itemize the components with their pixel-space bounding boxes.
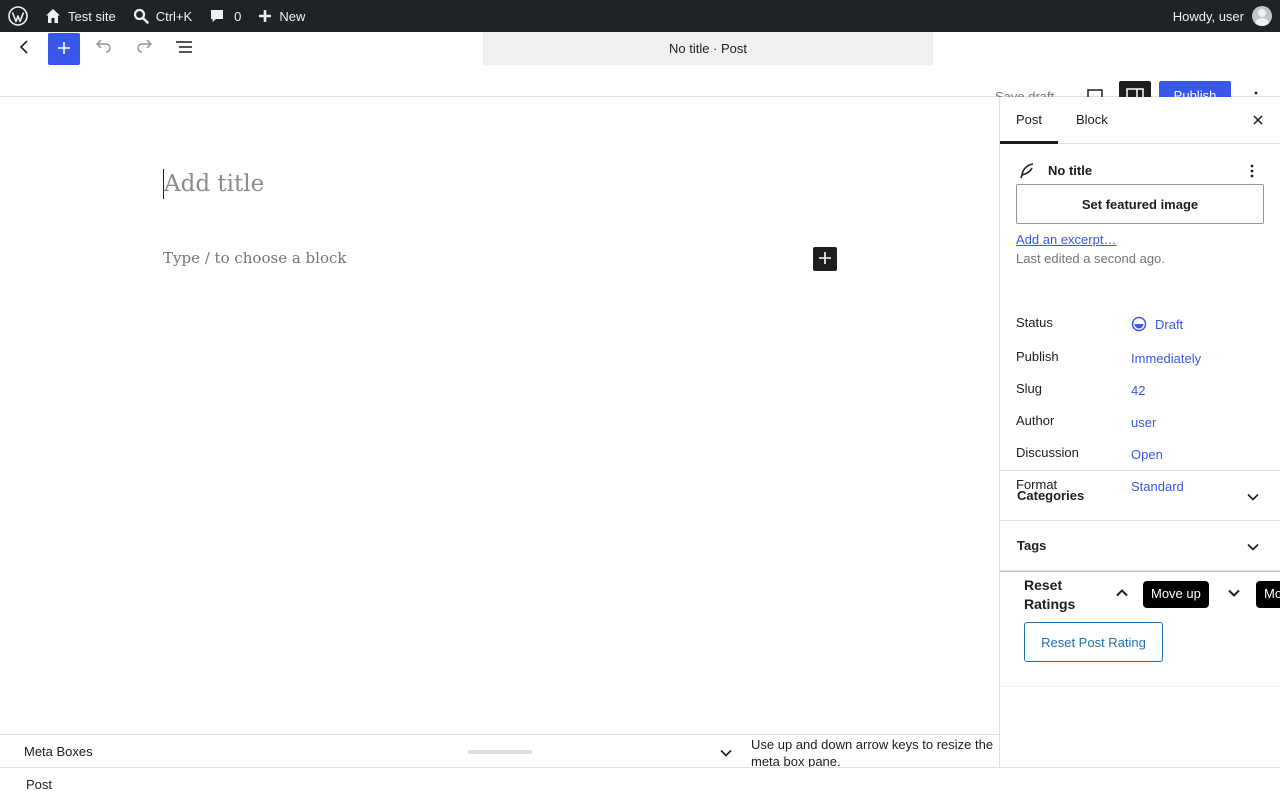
inline-block-inserter[interactable] bbox=[813, 247, 837, 271]
command-palette-menu[interactable]: Ctrl+K bbox=[124, 0, 200, 32]
chevron-left-icon bbox=[14, 37, 34, 60]
my-account-menu[interactable]: Howdy, user bbox=[1173, 0, 1272, 32]
meta-box-resize-handle[interactable] bbox=[468, 750, 532, 754]
author-row: Author user bbox=[1016, 413, 1266, 433]
document-overview-button[interactable] bbox=[168, 32, 200, 64]
breadcrumb[interactable]: Post bbox=[26, 777, 52, 792]
admin-bar: Test site Ctrl+K 0 New Howdy, user bbox=[0, 0, 1280, 32]
undo-icon bbox=[94, 37, 114, 60]
slug-row: Slug 42 bbox=[1016, 381, 1266, 401]
back-button[interactable] bbox=[8, 32, 40, 64]
status-row: Status Draft bbox=[1016, 315, 1266, 335]
author-toggle[interactable]: user bbox=[1131, 415, 1156, 430]
last-edited-text: Last edited a second ago. bbox=[1016, 251, 1165, 266]
sidebar-tabs: Post Block bbox=[1000, 97, 1280, 144]
preview-button[interactable] bbox=[1087, 89, 1103, 97]
chevron-down-icon bbox=[1246, 540, 1260, 557]
post-card-title: No title bbox=[1048, 163, 1093, 178]
comment-icon bbox=[208, 7, 226, 25]
search-shortcut: Ctrl+K bbox=[155, 8, 193, 24]
plus-icon bbox=[55, 39, 73, 60]
settings-toggle-button[interactable] bbox=[1119, 81, 1151, 97]
comments-count: 0 bbox=[234, 8, 242, 24]
meta-boxes-bar: Meta Boxes Use up and down arrow keys to… bbox=[0, 734, 999, 769]
chevron-down-icon[interactable] bbox=[719, 746, 733, 763]
block-placeholder[interactable]: Type / to choose a block bbox=[163, 249, 346, 267]
new-content-menu[interactable]: New bbox=[249, 0, 313, 32]
meta-boxes-label: Meta Boxes bbox=[24, 744, 93, 759]
move-up-tooltip: Move up bbox=[1143, 581, 1209, 608]
greeting: Howdy, user bbox=[1172, 8, 1244, 24]
redo-button[interactable] bbox=[128, 32, 160, 64]
slug-label: Slug bbox=[1016, 381, 1043, 396]
settings-sidebar: Post Block No title Set featured image A… bbox=[999, 97, 1280, 767]
slug-toggle[interactable]: 42 bbox=[1131, 383, 1145, 398]
tab-post[interactable]: Post bbox=[1000, 97, 1058, 144]
draft-status-icon bbox=[1131, 316, 1147, 332]
post-actions-button[interactable] bbox=[1240, 160, 1264, 184]
document-title: No title · Post bbox=[668, 41, 748, 56]
block-inserter-button[interactable] bbox=[48, 33, 80, 65]
move-down-button[interactable] bbox=[1220, 582, 1248, 606]
wordpress-logo-icon bbox=[8, 6, 28, 26]
close-icon bbox=[1251, 113, 1265, 130]
publish-label: Publish bbox=[1016, 349, 1059, 364]
site-name-menu[interactable]: Test site bbox=[36, 0, 124, 32]
publish-date-toggle[interactable]: Immediately bbox=[1131, 351, 1201, 366]
resize-help-text: Use up and down arrow keys to resize the… bbox=[751, 737, 994, 769]
metabox-title: Reset Ratings bbox=[1024, 577, 1076, 612]
home-icon bbox=[44, 7, 62, 25]
status-value: Draft bbox=[1155, 316, 1184, 332]
post-title-input[interactable]: Add title bbox=[163, 169, 264, 199]
editor-canvas: Add title Type / to choose a block bbox=[0, 97, 999, 734]
publish-button[interactable]: Publish bbox=[1159, 81, 1231, 97]
tags-panel-title: Tags bbox=[1017, 538, 1047, 553]
tags-panel[interactable]: Tags bbox=[1000, 521, 1280, 571]
save-draft-button[interactable]: Save draft bbox=[995, 89, 1054, 97]
reset-ratings-metabox: Reset Ratings Move up Mo Reset Post Rati… bbox=[1000, 571, 1280, 687]
undo-button[interactable] bbox=[88, 32, 120, 64]
discussion-row: Discussion Open bbox=[1016, 445, 1266, 465]
close-sidebar-button[interactable] bbox=[1248, 111, 1268, 131]
discussion-label: Discussion bbox=[1016, 445, 1079, 460]
set-featured-image-button[interactable]: Set featured image bbox=[1016, 184, 1264, 224]
status-label: Status bbox=[1016, 315, 1053, 330]
tab-block[interactable]: Block bbox=[1060, 97, 1124, 144]
publish-row: Publish Immediately bbox=[1016, 349, 1266, 369]
site-name: Test site bbox=[68, 8, 116, 24]
author-label: Author bbox=[1016, 413, 1055, 428]
search-icon bbox=[132, 7, 150, 25]
chevron-down-icon bbox=[1226, 585, 1242, 604]
plus-icon bbox=[818, 251, 832, 268]
add-excerpt-link[interactable]: Add an excerpt… bbox=[1016, 232, 1116, 247]
move-down-tooltip: Mo bbox=[1256, 581, 1280, 608]
wp-logo-menu[interactable] bbox=[0, 0, 36, 32]
document-title-bar[interactable]: No title · Post bbox=[483, 32, 933, 65]
chevron-up-icon bbox=[1114, 585, 1130, 604]
redo-icon bbox=[134, 37, 154, 60]
chevron-down-icon bbox=[1246, 490, 1260, 507]
discussion-toggle[interactable]: Open bbox=[1131, 447, 1163, 462]
comments-menu[interactable]: 0 bbox=[200, 0, 249, 32]
reset-post-rating-button[interactable]: Reset Post Rating bbox=[1024, 622, 1163, 662]
new-label: New bbox=[279, 8, 306, 24]
more-vertical-icon bbox=[1244, 163, 1260, 182]
plus-icon bbox=[257, 8, 273, 24]
options-button[interactable] bbox=[1248, 89, 1264, 97]
post-feather-icon bbox=[1018, 162, 1036, 183]
editor-footer: Post bbox=[0, 767, 1280, 800]
move-up-button[interactable] bbox=[1108, 582, 1136, 606]
avatar bbox=[1252, 6, 1272, 26]
categories-panel[interactable]: Categories bbox=[1000, 471, 1280, 521]
editor-header: No title · Post Save draft Publish bbox=[0, 32, 1280, 97]
post-summary-card: No title Set featured image Add an excer… bbox=[1000, 144, 1280, 494]
categories-panel-title: Categories bbox=[1017, 488, 1085, 503]
status-toggle[interactable]: Draft bbox=[1131, 316, 1183, 332]
list-view-icon bbox=[174, 37, 194, 60]
